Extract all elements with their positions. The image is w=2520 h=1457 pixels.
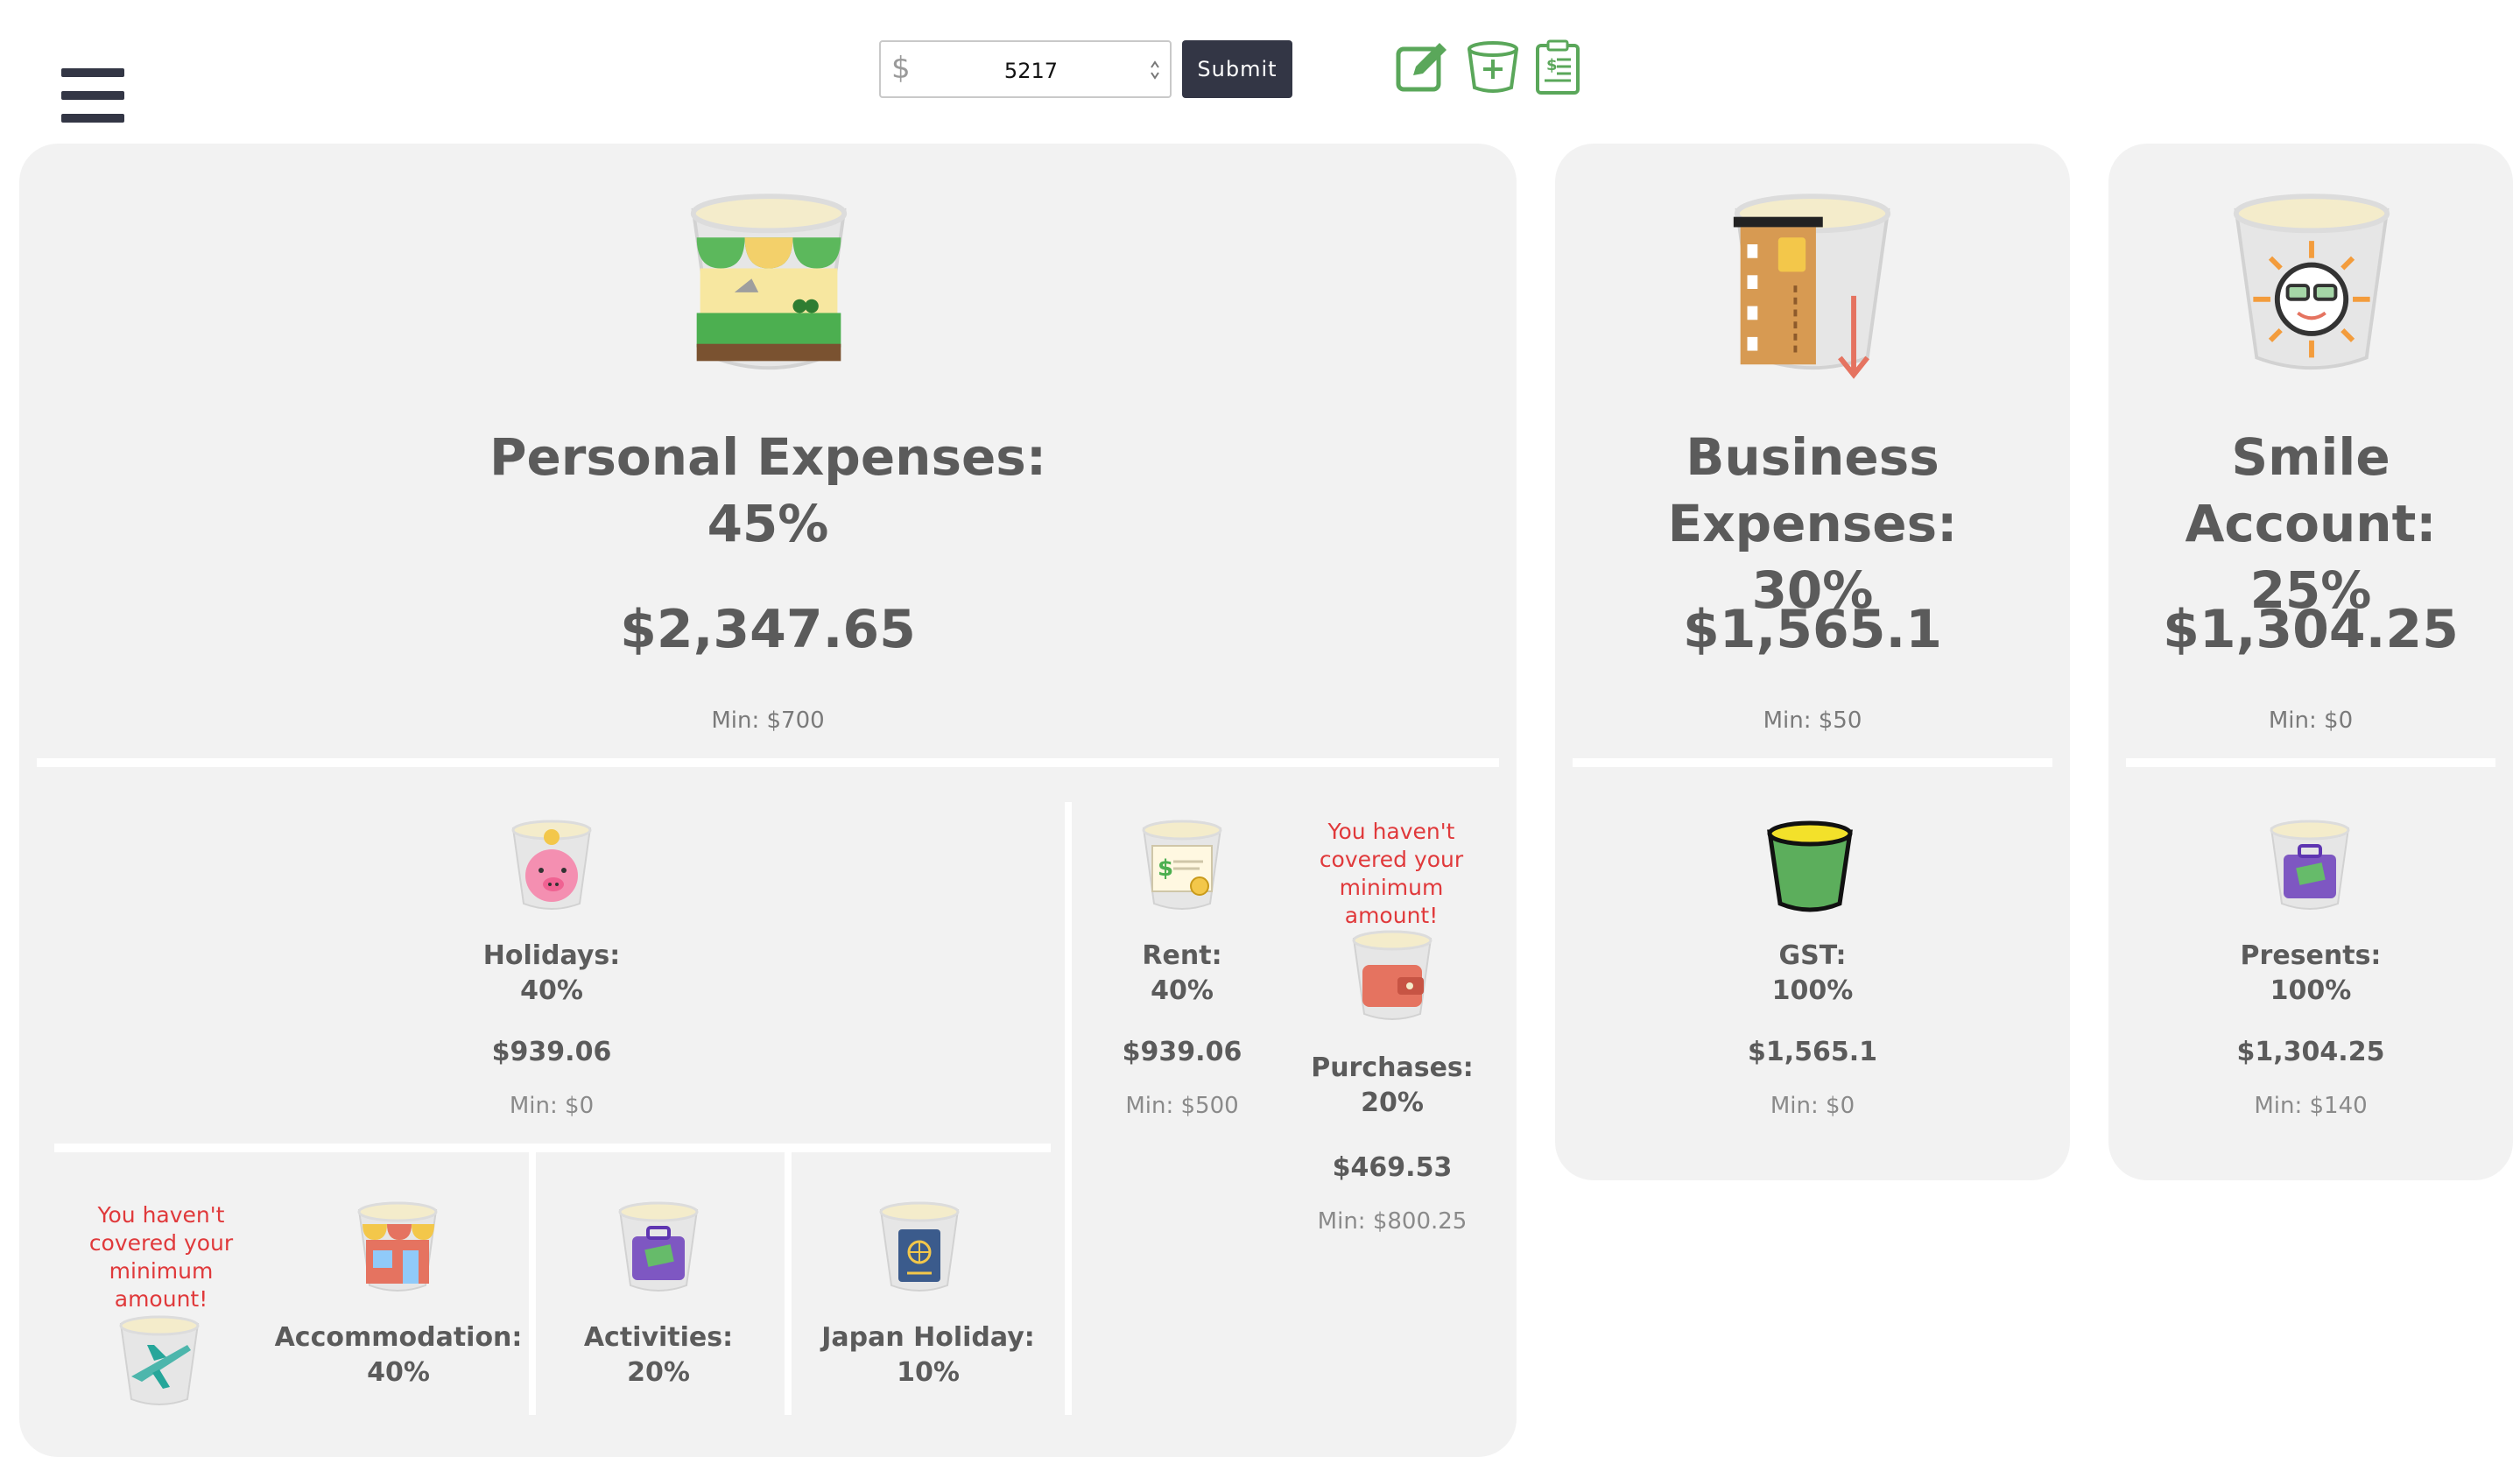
hamburger-line [61,91,124,100]
activities-label: Activities: 20% [536,1320,781,1390]
sub-min: Min: $500 [1125,1093,1239,1119]
rent-label: Rent: 40% [1095,939,1270,1009]
hamburger-line [61,114,124,123]
bucket-min: Min: $0 [2268,707,2354,734]
sub-title: Activities: [583,1322,734,1353]
bucket-amount: $2,347.65 [620,599,916,660]
divider [54,1144,1051,1152]
sub-amount: $939.06 [491,1037,612,1067]
japan-holiday-label: Japan Holiday: 10% [797,1320,1059,1390]
bucket-amount: $1,304.25 [2163,599,2459,660]
sub-min: Min: $800.25 [1317,1208,1468,1235]
passport-icon [879,1201,960,1292]
vertical-divider [785,1152,792,1415]
divider [37,758,1499,767]
sub-amount: $469.53 [1332,1152,1453,1183]
amount-input-group: $ [879,40,1172,98]
sub-amount: $939.06 [1122,1037,1242,1067]
bucket-amount: $1,565.1 [1682,599,1943,660]
sub-title: Rent: [1142,940,1222,971]
presents-label: Presents: 100% [2108,939,2513,1009]
sub-percent: 40% [367,1357,430,1388]
number-spinner-icon[interactable] [1149,58,1161,82]
sub-percent: 20% [627,1357,690,1388]
svg-text:$: $ [1546,56,1558,74]
sub-percent: 10% [897,1357,960,1388]
amount-input[interactable] [933,51,1059,91]
personal-header: Personal Expenses: 45% [19,424,1517,557]
sub-amount: $1,565.1 [1747,1037,1878,1067]
sub-percent: 40% [1151,975,1214,1006]
credit-card-icon [1733,193,1898,379]
purchases-label: Purchases: 20% [1278,1051,1506,1121]
suitcase-icon [2270,820,2350,911]
minimum-warning: You haven't covered your minimum amount! [1319,819,1464,928]
currency-symbol: $ [891,51,911,86]
divider [1573,758,2052,767]
edit-icon[interactable] [1394,39,1452,96]
bucket-title: Smile Account: [2185,427,2437,553]
vertical-divider [1065,802,1072,1415]
sub-title: Accommodation: [274,1322,523,1353]
sub-min: Min: $140 [2254,1093,2368,1119]
piggy-bank-icon [511,820,592,911]
sub-percent: 100% [2270,975,2352,1006]
business-header: Business Expenses: 30% [1555,424,2070,623]
bucket-title: Personal Expenses: [489,427,1047,487]
smile-header: Smile Account: 25% [2108,424,2513,623]
gst-label: GST: 100% [1555,939,2070,1009]
sub-title: GST: [1778,940,1847,971]
hamburger-line [61,68,124,77]
sub-title: Purchases: [1311,1052,1474,1083]
sub-title: Presents: [2240,940,2382,971]
bucket-min: Min: $50 [1763,707,1862,734]
certificate-icon: $ [1142,820,1222,911]
sub-title: Holidays: [482,940,621,971]
smiling-sun-icon [2226,193,2397,385]
wallet-icon [1352,930,1432,1021]
market-stall-icon [683,193,855,385]
sub-percent: 100% [1771,975,1854,1006]
sub-min: Min: $0 [1770,1093,1855,1119]
menu-button[interactable] [61,68,124,123]
holidays-label: Holidays: 40% [333,939,771,1009]
divider [2126,758,2495,767]
report-icon[interactable]: $ [1529,39,1587,96]
submit-button[interactable]: Submit [1182,40,1292,98]
sub-amount: $1,304.25 [2236,1037,2385,1067]
shop-icon [357,1201,438,1292]
minimum-warning: You haven't covered your minimum amount! [88,1202,234,1312]
vertical-divider [529,1152,536,1415]
svg-text:$: $ [1158,855,1173,882]
sub-percent: 40% [520,975,583,1006]
sub-percent: 20% [1361,1087,1424,1118]
accommodation-label: Accommodation: 40% [271,1320,525,1390]
bucket-percent: 45% [707,494,829,553]
suitcase-icon [618,1201,699,1292]
airplane-icon [119,1315,200,1406]
bucket-min: Min: $700 [711,707,825,734]
bucket-title: Business Expenses: [1667,427,1958,553]
add-bucket-icon[interactable] [1464,39,1522,96]
green-bucket-icon [1767,820,1853,912]
sub-min: Min: $0 [509,1093,595,1119]
sub-title: Japan Holiday: [821,1322,1035,1353]
